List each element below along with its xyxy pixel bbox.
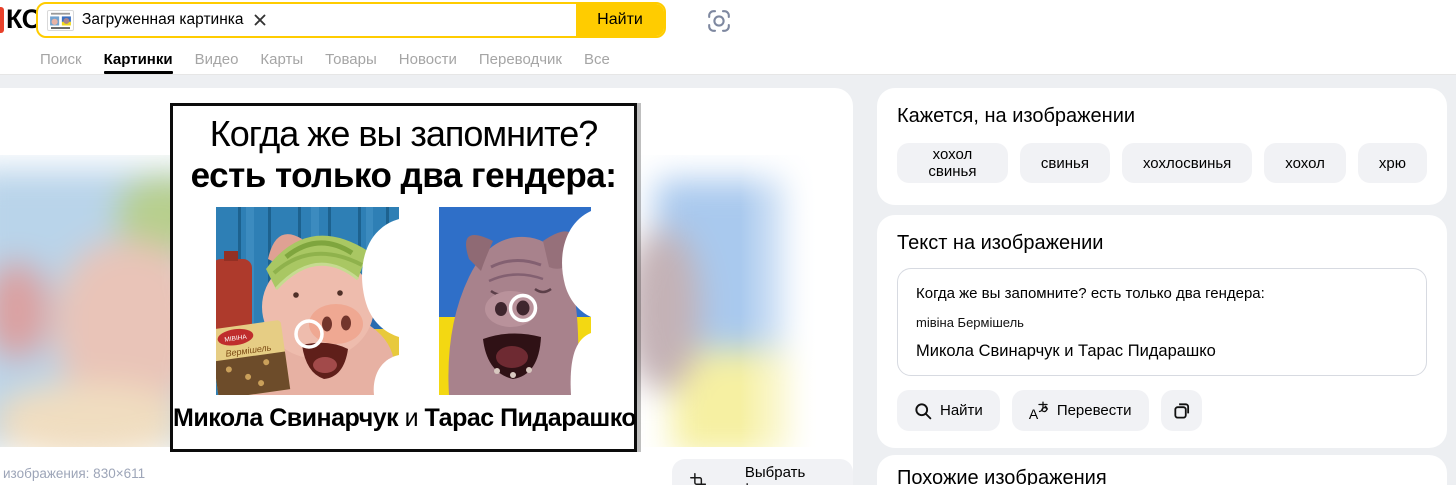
search-submit-button[interactable]: Найти	[576, 4, 664, 36]
recognized-text-line: mівіна Бермішель	[916, 315, 1024, 330]
search-bar: Загруженная картинка Найти	[36, 2, 666, 38]
meme-caption: Микола Свинарчук и Тарас Пидарашко	[173, 404, 637, 433]
logo-red-sliver	[0, 6, 4, 33]
image-text-card: Текст на изображении Когда же вы запомни…	[877, 215, 1447, 448]
tag-chip[interactable]: хохол свинья	[897, 143, 1008, 183]
recognized-text-line: Микола Свинарчук и Тарас Пидарашко	[916, 342, 1216, 360]
tab-vse[interactable]: Все	[584, 44, 610, 75]
select-fragment-button[interactable]: Выбрать фрагмент	[672, 459, 853, 485]
yandex-logo-fragment[interactable]: КС	[0, 4, 41, 35]
meme-photos: МІВІНА Вермішель	[173, 207, 634, 396]
find-text-button[interactable]: Найти	[897, 390, 1000, 431]
copy-text-button[interactable]	[1160, 390, 1202, 431]
meme-title-line2: есть только два гендера:	[190, 156, 617, 196]
tags-card-title: Кажется, на изображении	[897, 105, 1136, 127]
uploaded-meme-image[interactable]: Когда же вы запомните? есть только два г…	[170, 103, 637, 452]
similar-card-title: Похожие изображения	[897, 467, 1107, 485]
tags-row: хохол свинья свинья хохлосвинья хохол хр…	[897, 143, 1427, 183]
recognized-text-box[interactable]: Когда же вы запомните? есть только два г…	[897, 268, 1427, 376]
tag-chip[interactable]: свинья	[1019, 143, 1110, 183]
uploaded-image-chip[interactable]: Загруженная картинка	[47, 9, 268, 31]
tag-chip[interactable]: хохлосвинья	[1121, 143, 1253, 183]
tag-chip[interactable]: хохол	[1264, 143, 1346, 183]
image-viewer-card: Когда же вы запомните? есть только два г…	[0, 88, 853, 485]
meme-title-line1: Когда же вы запомните?	[209, 113, 599, 154]
find-text-label: Найти	[940, 402, 983, 419]
pig-photo-left: МІВІНА Вермішель	[216, 207, 399, 396]
meme-caption-name2: Тарас Пидарашко	[424, 404, 637, 433]
service-tabs: Поиск Картинки Видео Карты Товары Новост…	[40, 44, 610, 75]
select-fragment-label: Выбрать фрагмент	[741, 464, 809, 485]
uploaded-image-thumbnail	[47, 9, 74, 31]
page: КС Загруженная картинка Найти Поиск Карт…	[0, 0, 1456, 485]
similar-images-card: Похожие изображения	[877, 455, 1447, 485]
tab-perevodchik[interactable]: Переводчик	[479, 44, 562, 75]
image-tags-card: Кажется, на изображении хохол свинья сви…	[877, 88, 1447, 205]
tab-novosti[interactable]: Новости	[399, 44, 457, 75]
backdrop-white-fade	[740, 155, 853, 447]
meme-caption-name1: Микола Свинарчук	[173, 404, 399, 433]
image-search-lens-icon[interactable]	[706, 8, 732, 34]
search-input[interactable]	[267, 4, 576, 36]
recognized-text-line: Когда же вы запомните? есть только два г…	[916, 285, 1265, 302]
translate-text-label: Перевести	[1056, 402, 1132, 419]
tab-video[interactable]: Видео	[195, 44, 239, 75]
uploaded-image-chip-label: Загруженная картинка	[82, 11, 244, 28]
search-icon	[915, 402, 932, 419]
crop-icon	[690, 472, 707, 485]
tab-tovary[interactable]: Товары	[325, 44, 377, 75]
text-card-title: Текст на изображении	[897, 232, 1104, 254]
tag-chip[interactable]: хрю	[1357, 143, 1427, 183]
text-actions: Найти A Перевести	[897, 390, 1427, 431]
translate-text-button[interactable]: A Перевести	[1011, 390, 1149, 431]
translate-icon: A	[1029, 401, 1049, 421]
image-size-label: изображения: 830×611	[3, 466, 146, 481]
pig-photo-right	[439, 207, 591, 396]
close-icon[interactable]	[252, 12, 268, 28]
header: КС Загруженная картинка Найти Поиск Карт…	[0, 0, 1456, 75]
tab-karty[interactable]: Карты	[260, 44, 303, 75]
copy-icon	[1173, 403, 1189, 419]
meme-caption-and: и	[404, 404, 419, 433]
tab-kartinki[interactable]: Картинки	[103, 44, 173, 75]
tab-poisk[interactable]: Поиск	[40, 44, 82, 75]
